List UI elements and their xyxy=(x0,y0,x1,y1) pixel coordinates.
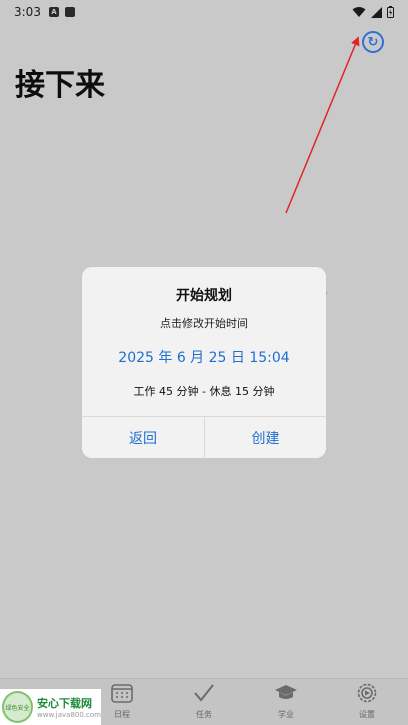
watermark-url: www.java800.com xyxy=(37,711,101,719)
status-bar: 3:03 A xyxy=(0,0,408,24)
checkmark-icon xyxy=(192,681,216,705)
tab-label: 任务 xyxy=(196,710,212,719)
notification-card-icon xyxy=(64,7,75,17)
create-button[interactable]: 创建 xyxy=(204,417,326,458)
status-time: 3:03 xyxy=(14,5,41,19)
dialog-title: 开始规划 xyxy=(176,288,232,304)
duration-text: 工作 45 分钟 - 休息 15 分钟 xyxy=(133,385,275,398)
tab-study[interactable]: 学业 xyxy=(256,681,316,725)
annotation-arrow-refresh xyxy=(285,36,360,214)
status-left-icons: A xyxy=(48,7,75,17)
dialog-subtitle: 点击修改开始时间 xyxy=(160,317,248,330)
watermark-brand: 安心下载网 xyxy=(37,697,93,710)
battery-icon xyxy=(387,6,394,18)
signal-icon xyxy=(371,6,382,18)
page-title: 接下来 xyxy=(15,68,105,103)
tab-settings[interactable]: 设置 xyxy=(337,681,397,725)
graduation-cap-icon xyxy=(274,681,298,705)
watermark: 绿色安全 安心下载网 www.java800.com xyxy=(0,689,101,725)
calendar-icon xyxy=(110,681,134,705)
tab-label: 学业 xyxy=(278,710,294,719)
plan-dialog: 开始规划 点击修改开始时间 2025 年 6 月 25 日 15:04 工作 4… xyxy=(82,267,326,458)
tab-schedule[interactable]: 日程 xyxy=(92,681,152,725)
refresh-button[interactable]: ↻ xyxy=(362,31,384,53)
notification-a-icon: A xyxy=(48,7,59,17)
watermark-logo-icon: 绿色安全 xyxy=(2,691,34,723)
gear-icon xyxy=(355,681,379,705)
back-button[interactable]: 返回 xyxy=(82,417,204,458)
start-datetime[interactable]: 2025 年 6 月 25 日 15:04 xyxy=(82,347,326,367)
tab-label: 日程 xyxy=(114,710,130,719)
tab-label: 设置 xyxy=(359,710,375,719)
tab-tasks[interactable]: 任务 xyxy=(174,681,234,725)
status-right-icons xyxy=(352,6,394,18)
wifi-icon xyxy=(352,7,366,17)
refresh-icon: ↻ xyxy=(367,34,379,50)
